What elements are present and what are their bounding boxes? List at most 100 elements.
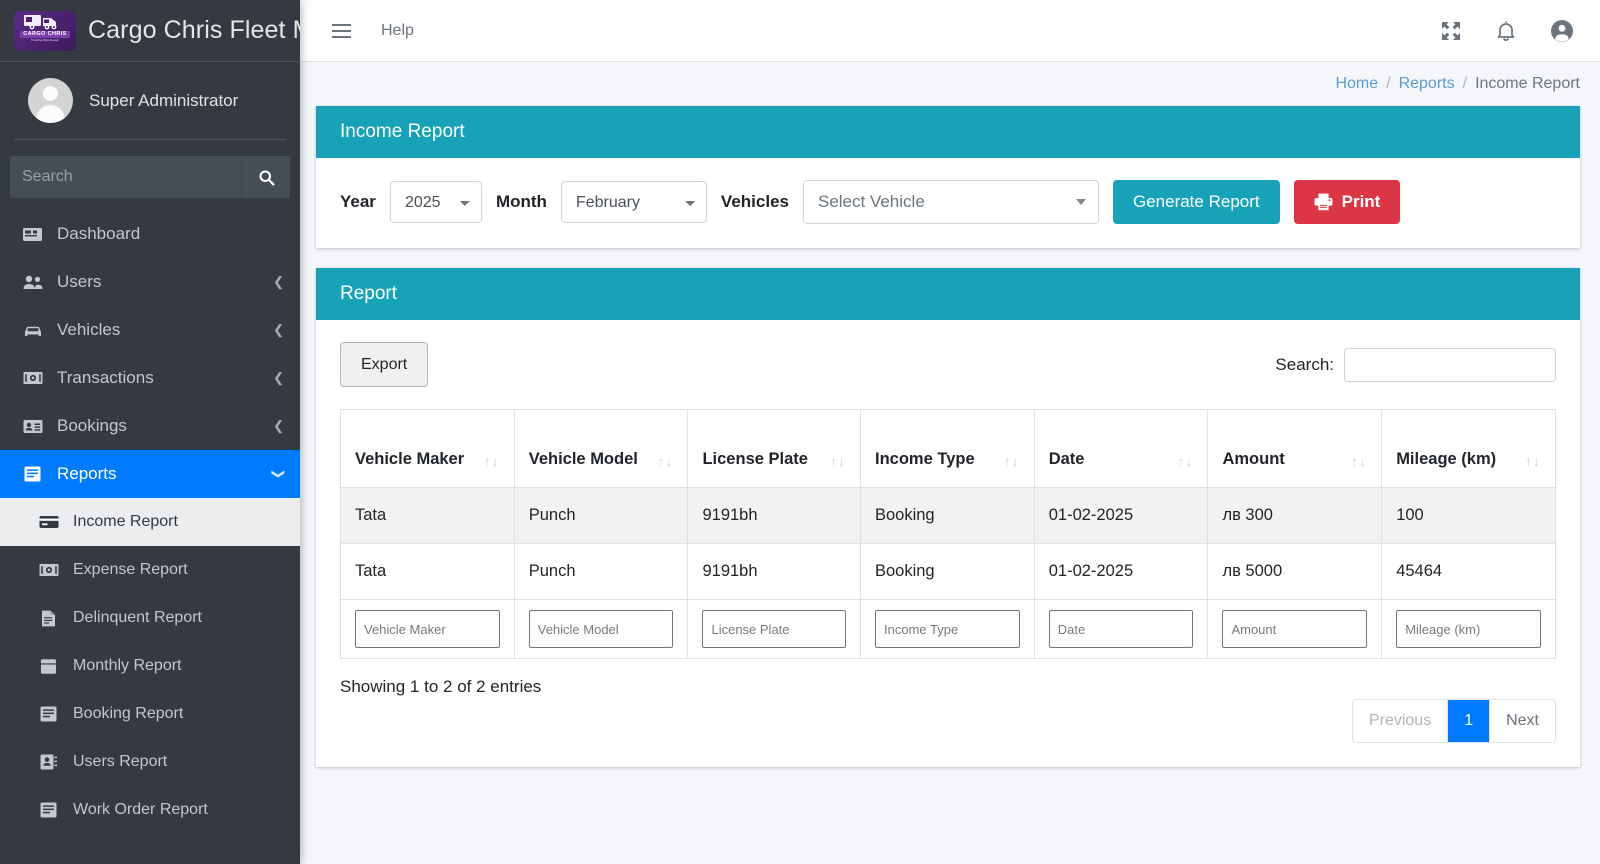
filter-input-license-plate[interactable] — [702, 610, 846, 648]
filter-cell — [1381, 599, 1556, 659]
cargo-chris-logo: CARGO CHRIS Trucking Wild Design — [14, 10, 76, 51]
sidebar-item-monthly-report[interactable]: Monthly Report — [0, 642, 300, 690]
printer-icon — [1314, 193, 1333, 211]
column-label: Income Type — [874, 450, 975, 468]
user-name: Super Administrator — [89, 90, 239, 110]
column-header-vehicle-maker[interactable]: Vehicle Maker ↑↓ — [340, 409, 515, 488]
vehicle-select[interactable]: Select Vehicle — [802, 180, 1099, 224]
table-row[interactable]: Tata Punch 9191bh Booking 01-02-2025 лв … — [340, 487, 1556, 544]
table-search-label: Search: — [1275, 354, 1334, 374]
pagination-previous[interactable]: Previous — [1352, 700, 1449, 742]
topbar-icons — [1440, 19, 1574, 43]
sort-arrows-icon: ↑↓ — [1525, 453, 1541, 469]
help-link[interactable]: Help — [381, 22, 414, 40]
sidebar-item-users[interactable]: Users ❮ — [0, 258, 300, 306]
cell-mileage: 100 — [1381, 487, 1556, 544]
filter-input-amount[interactable] — [1222, 610, 1368, 648]
sidebar-item-dashboard[interactable]: Dashboard — [0, 210, 300, 258]
topbar: Help — [300, 0, 1600, 62]
sidebar-item-reports[interactable]: Reports ❯ — [0, 450, 300, 498]
sort-arrows-icon: ↑↓ — [1351, 453, 1368, 469]
income-report-filter-card: Income Report Year 2025 Month February V… — [316, 106, 1580, 248]
book-icon — [38, 802, 59, 818]
column-header-license-plate[interactable]: License Plate ↑↓ — [687, 409, 861, 488]
pagination-page-1[interactable]: 1 — [1448, 700, 1491, 742]
cell-mileage: 45464 — [1381, 543, 1556, 600]
sidebar-item-income-report[interactable]: Income Report — [0, 498, 300, 546]
truck-icon — [24, 14, 57, 29]
filter-cell — [687, 599, 861, 659]
breadcrumb-separator: / — [1386, 75, 1391, 92]
sidebar-item-expense-report[interactable]: Expense Report — [0, 546, 300, 594]
month-label: Month — [495, 192, 547, 211]
fullscreen-icon[interactable] — [1440, 20, 1462, 42]
pagination-next[interactable]: Next — [1490, 700, 1555, 742]
filter-input-mileage[interactable] — [1396, 610, 1541, 648]
sidebar-item-delinquent-report[interactable]: Delinquent Report — [0, 594, 300, 642]
card-title: Income Report — [316, 106, 1580, 158]
filter-input-date[interactable] — [1048, 610, 1194, 648]
sidebar-item-work-order-report[interactable]: Work Order Report — [0, 786, 300, 834]
sidebar-item-label: Monthly Report — [73, 657, 182, 674]
filter-cell — [859, 599, 1035, 659]
sidebar-item-users-report[interactable]: Users Report — [0, 738, 300, 786]
sidebar-item-vehicles[interactable]: Vehicles ❮ — [0, 306, 300, 354]
month-select[interactable]: February — [560, 181, 707, 223]
filter-input-vehicle-model[interactable] — [528, 610, 674, 648]
page-content: Income Report Year 2025 Month February V… — [300, 106, 1600, 787]
table-search: Search: — [1275, 347, 1556, 382]
hamburger-menu-icon[interactable] — [328, 20, 355, 42]
sidebar-item-label: Transactions — [57, 368, 154, 387]
year-select[interactable]: 2025 — [389, 181, 482, 223]
table-search-input[interactable] — [1344, 347, 1556, 382]
sort-arrows-icon: ↑↓ — [1003, 453, 1020, 469]
column-header-mileage[interactable]: Mileage (km) ↑↓ — [1381, 409, 1556, 488]
card-icon — [38, 515, 59, 529]
user-circle-icon[interactable] — [1550, 19, 1574, 43]
column-label: Mileage (km) — [1396, 450, 1497, 468]
sidebar-item-bookings[interactable]: Bookings ❮ — [0, 402, 300, 450]
users-icon — [22, 275, 43, 290]
chevron-left-icon: ❮ — [273, 370, 284, 385]
column-header-vehicle-model[interactable]: Vehicle Model ↑↓ — [513, 409, 689, 488]
brand-header[interactable]: CARGO CHRIS Trucking Wild Design Cargo C… — [0, 0, 300, 62]
sidebar-menu: Dashboard Users ❮ Vehicles ❮ Transaction… — [0, 208, 300, 864]
filter-cell — [513, 599, 689, 659]
chevron-left-icon: ❮ — [273, 418, 284, 433]
search-input[interactable] — [10, 156, 241, 198]
cell-license-plate: 9191bh — [687, 543, 861, 600]
contact-book-icon — [38, 754, 59, 770]
filter-input-income-type[interactable] — [874, 610, 1020, 648]
sidebar-search — [10, 156, 290, 198]
bell-icon[interactable] — [1496, 20, 1516, 42]
report-table-card: Report Export Search: Vehicle Maker ↑↓ V… — [316, 268, 1580, 767]
sort-arrows-icon: ↑↓ — [829, 453, 846, 469]
sidebar-item-transactions[interactable]: Transactions ❮ — [0, 354, 300, 402]
sidebar-item-booking-report[interactable]: Booking Report — [0, 690, 300, 738]
sort-arrows-icon: ↑↓ — [657, 453, 674, 469]
breadcrumb-home[interactable]: Home — [1335, 75, 1378, 93]
income-report-table: Vehicle Maker ↑↓ Vehicle Model ↑↓ License … — [340, 409, 1556, 659]
main-area: Help Home / Reports / Income Report Inco… — [300, 0, 1600, 864]
generate-report-button[interactable]: Generate Report — [1112, 180, 1280, 224]
export-button[interactable]: Export — [340, 342, 429, 387]
print-button[interactable]: Print — [1293, 180, 1401, 224]
column-header-amount[interactable]: Amount ↑↓ — [1207, 409, 1383, 488]
filter-input-vehicle-maker[interactable] — [355, 610, 500, 648]
chevron-left-icon: ❮ — [273, 322, 284, 337]
table-toolbar: Export Search: — [340, 342, 1556, 387]
user-panel[interactable]: Super Administrator — [14, 62, 286, 140]
filter-cell — [340, 599, 515, 659]
column-header-date[interactable]: Date ↑↓ — [1033, 409, 1209, 488]
logo-wordmark: CARGO CHRIS — [20, 30, 70, 38]
sidebar-item-label: Users — [57, 272, 102, 291]
breadcrumb-reports[interactable]: Reports — [1399, 75, 1455, 93]
search-button[interactable] — [241, 156, 290, 198]
table-head: Vehicle Maker ↑↓ Vehicle Model ↑↓ License … — [340, 409, 1556, 488]
table-row[interactable]: Tata Punch 9191bh Booking 01-02-2025 лв … — [340, 543, 1556, 600]
pagination: Previous 1 Next — [1351, 699, 1556, 743]
column-header-income-type[interactable]: Income Type ↑↓ — [859, 409, 1035, 488]
cell-date: 01-02-2025 — [1033, 487, 1209, 544]
sidebar-item-label: Dashboard — [57, 224, 141, 243]
book-icon — [38, 706, 59, 722]
